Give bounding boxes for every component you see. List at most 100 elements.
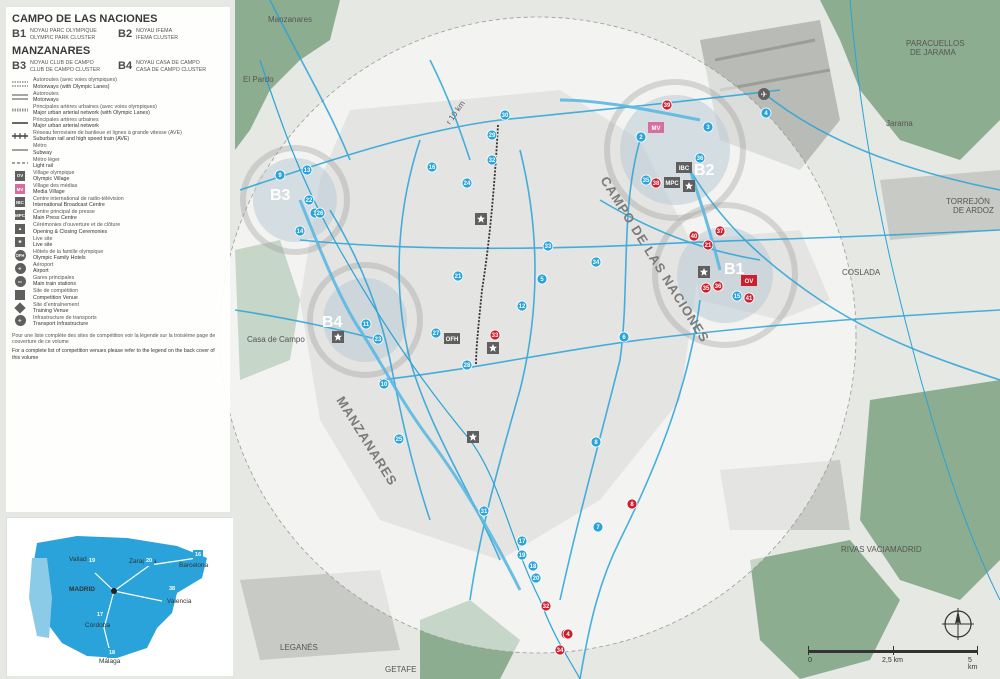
place-manzanares: Manzanares	[268, 15, 312, 24]
special-site-label: MPC	[665, 181, 679, 187]
venue-marker[interactable]: 33	[489, 329, 501, 341]
legend-item-en: Motorways	[33, 96, 59, 103]
legend-item-en: Subway	[33, 149, 52, 156]
place-paracuellos: PARACUELLOS DE JARAMA	[906, 39, 965, 57]
venue-marker[interactable]: 4	[760, 107, 772, 119]
competition-venue-icon	[12, 289, 28, 301]
venue-marker[interactable]: 31	[478, 505, 490, 517]
live-site-star-icon[interactable]	[698, 266, 710, 278]
live-site-star-icon[interactable]	[475, 213, 487, 225]
legend-clusters-campo: B1 NOYAU PARC OLYMPIQUE OLYMPIC PARK CLUS…	[12, 28, 224, 41]
legend-item: Autoroutes (avec voies olympiques) Motorw…	[12, 77, 224, 90]
cluster-name-fr: NOYAU CLUB DE CAMPO	[30, 60, 94, 66]
inset-venue-number: 18	[107, 648, 117, 658]
mpc-icon: MPC	[12, 209, 28, 221]
inset-venue-number: 19	[87, 556, 97, 566]
special-site-mpc[interactable]: MPC	[664, 177, 680, 188]
cluster-name-fr: NOYAU CASA DE CAMPO	[136, 60, 200, 66]
venue-marker[interactable]: 24	[461, 177, 473, 189]
place-el-pardo: El Pardo	[243, 75, 274, 84]
venue-marker[interactable]: 36	[694, 152, 706, 164]
inset-venue-number: 20	[144, 556, 154, 566]
cluster-name-fr: NOYAU PARC OLYMPIQUE	[30, 28, 97, 34]
venue-marker[interactable]: 35	[700, 282, 712, 294]
legend-item-en: Major urban arterial network	[33, 123, 99, 130]
venue-marker[interactable]: 6	[618, 331, 630, 343]
venue-marker[interactable]: 36	[712, 280, 724, 292]
venue-marker[interactable]: 39	[661, 99, 673, 111]
venue-marker[interactable]: 9	[274, 169, 286, 181]
light-rail-icon	[12, 157, 28, 169]
place-leganes: LEGANÉS	[280, 643, 318, 652]
special-site-ofh[interactable]: OFH	[444, 333, 460, 344]
venue-marker[interactable]: 38	[650, 177, 662, 189]
venue-marker[interactable]: 13	[301, 164, 313, 176]
venue-marker[interactable]: 19	[516, 549, 528, 561]
venue-marker[interactable]: 20	[530, 572, 542, 584]
venue-marker[interactable]: 30	[499, 109, 511, 121]
venue-marker[interactable]: 15	[731, 290, 743, 302]
marker-number: 17	[519, 539, 526, 545]
venue-marker[interactable]: 2	[635, 131, 647, 143]
venue-marker[interactable]: 10	[378, 378, 390, 390]
venue-marker[interactable]: 27	[430, 327, 442, 339]
venue-marker[interactable]: 21	[702, 239, 714, 251]
venue-marker[interactable]: 32	[486, 154, 498, 166]
marker-number: 23	[375, 337, 382, 343]
venue-marker[interactable]: 8	[590, 436, 602, 448]
venue-marker[interactable]: 12	[516, 300, 528, 312]
legend-item-en: Olympic Family Hotels	[33, 255, 86, 262]
airport-icon: ✈	[12, 262, 28, 274]
venue-marker[interactable]: 16	[426, 161, 438, 173]
venue-marker[interactable]: 33	[542, 240, 554, 252]
venue-marker[interactable]: 34	[590, 256, 602, 268]
airport-icon: ✈	[758, 88, 770, 100]
map-legend: CAMPO DE LAS NACIONES B1 NOYAU PARC OLYM…	[6, 7, 230, 512]
special-site-ov[interactable]: OV	[741, 275, 757, 286]
venue-marker[interactable]: 21	[452, 270, 464, 282]
venue-marker[interactable]: 28	[461, 359, 473, 371]
live-site-star-icon[interactable]	[332, 331, 344, 343]
venue-marker[interactable]: 29	[486, 129, 498, 141]
venue-marker[interactable]: 3	[702, 121, 714, 133]
place-jarama: Jarama	[886, 119, 913, 128]
venue-marker[interactable]: 25	[393, 433, 405, 445]
venue-marker[interactable]: 40	[688, 230, 700, 242]
venue-marker[interactable]: 5	[536, 273, 548, 285]
marker-number: 33	[545, 244, 552, 250]
live-site-star-icon[interactable]	[467, 431, 479, 443]
venue-marker[interactable]: 41	[743, 292, 755, 304]
venue-marker[interactable]: 17	[516, 535, 528, 547]
venue-marker[interactable]: 34	[554, 644, 566, 656]
venue-marker[interactable]: 7	[592, 521, 604, 533]
venue-marker[interactable]: 4	[562, 628, 574, 640]
inset-city-label: Barcelona	[179, 562, 209, 569]
legend-item-fr: Autoroutes	[33, 90, 59, 97]
train-station-icon: ▭	[12, 275, 28, 287]
live-site-star-icon[interactable]	[487, 342, 499, 354]
venue-marker[interactable]: 22	[303, 194, 315, 206]
legend-item-fr: Site d’entraînement	[33, 301, 79, 308]
special-site-ibc[interactable]: IBC	[676, 162, 692, 173]
venue-marker[interactable]: 32	[540, 600, 552, 612]
venue-marker[interactable]: 23	[372, 333, 384, 345]
venue-marker[interactable]: 18	[527, 560, 539, 572]
marker-number: 31	[481, 509, 488, 515]
cluster-code-b3: B3	[270, 187, 291, 204]
venue-marker[interactable]: 8	[626, 498, 638, 510]
inset-venue-number: 16	[193, 550, 203, 560]
cluster-name-en: CLUB DE CAMPO CLUSTER	[30, 66, 101, 73]
cluster-name-en: IFEMA CLUSTER	[136, 34, 179, 41]
legend-item: Métro léger Light rail	[12, 156, 224, 169]
venue-marker[interactable]: 14	[294, 225, 306, 237]
venue-marker[interactable]: 11	[360, 318, 372, 330]
live-site-star-icon: ★	[12, 236, 28, 248]
live-site-star-icon[interactable]	[683, 180, 695, 192]
legend-item-fr: Site de compétition	[33, 288, 79, 295]
venue-marker[interactable]: 37	[714, 225, 726, 237]
venue-marker[interactable]: 26	[314, 207, 326, 219]
special-site-mv[interactable]: MV	[648, 122, 664, 133]
legend-item: Site d’entraînement Training Venue	[12, 301, 224, 314]
transport-infrastructure-icon: ✈	[12, 315, 28, 327]
venue-marker[interactable]: 35	[640, 174, 652, 186]
